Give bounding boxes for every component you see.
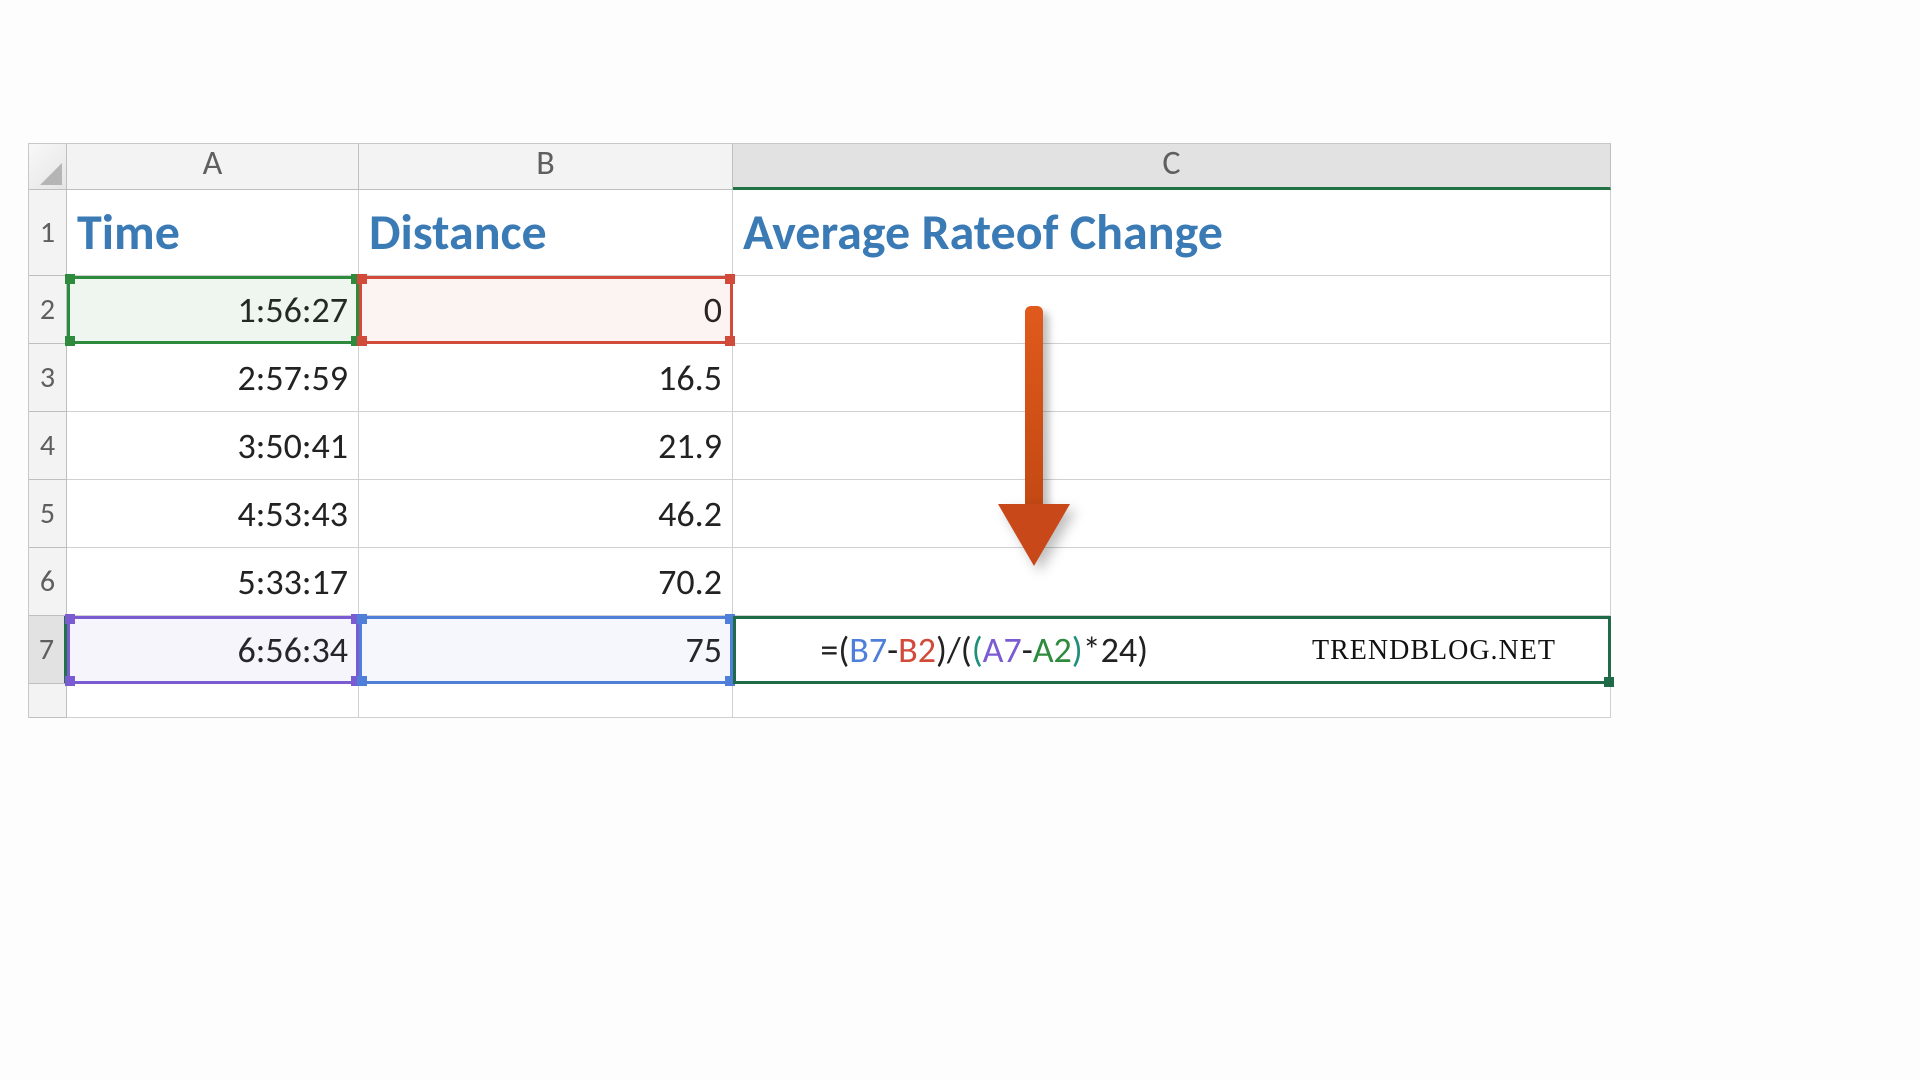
watermark-text: TRENDBLOG.NET	[1312, 635, 1556, 667]
cell-A2[interactable]: 1:56:27	[67, 276, 359, 344]
cell-B7[interactable]: 75	[359, 616, 733, 684]
cell-A4[interactable]: 3:50:41	[67, 412, 359, 480]
row-header-8[interactable]	[29, 684, 67, 718]
column-header-B[interactable]: B	[359, 144, 733, 190]
cell-A6[interactable]: 5:33:17	[67, 548, 359, 616]
column-header-A[interactable]: A	[67, 144, 359, 190]
row-5: 5 4:53:43 46.2	[29, 480, 1611, 548]
row-1: 1 Time Distance Average Rateof Change	[29, 190, 1611, 276]
row-4: 4 3:50:41 21.9	[29, 412, 1611, 480]
row-header-6[interactable]: 6	[29, 548, 67, 616]
cell-B6[interactable]: 70.2	[359, 548, 733, 616]
spreadsheet-grid: A B C 1 Time Distance Average Rateof Cha…	[28, 143, 1611, 718]
cell-C1[interactable]: Average Rateof Change	[733, 190, 1611, 276]
cell-B8[interactable]	[359, 684, 733, 718]
cell-B4[interactable]: 21.9	[359, 412, 733, 480]
cell-C8[interactable]	[733, 684, 1611, 718]
row-header-2[interactable]: 2	[29, 276, 67, 344]
column-header-C[interactable]: C	[733, 144, 1611, 190]
cell-A7[interactable]: 6:56:34	[67, 616, 359, 684]
cell-A1[interactable]: Time	[67, 190, 359, 276]
cell-B2[interactable]: 0	[359, 276, 733, 344]
canvas: A B C 1 Time Distance Average Rateof Cha…	[0, 0, 1920, 1080]
select-all-corner[interactable]	[29, 144, 67, 190]
cell-A8[interactable]	[67, 684, 359, 718]
cell-B1[interactable]: Distance	[359, 190, 733, 276]
row-8	[29, 684, 1611, 718]
column-header-row: A B C	[29, 144, 1611, 190]
cell-A5[interactable]: 4:53:43	[67, 480, 359, 548]
row-3: 3 2:57:59 16.5	[29, 344, 1611, 412]
row-header-4[interactable]: 4	[29, 412, 67, 480]
cell-C4[interactable]	[733, 412, 1611, 480]
cell-C2[interactable]	[733, 276, 1611, 344]
row-header-1[interactable]: 1	[29, 190, 67, 276]
row-header-7[interactable]: 7	[29, 616, 67, 684]
row-header-5[interactable]: 5	[29, 480, 67, 548]
row-2: 2 1:56:27 0	[29, 276, 1611, 344]
cell-B5[interactable]: 46.2	[359, 480, 733, 548]
cell-B3[interactable]: 16.5	[359, 344, 733, 412]
cell-A3[interactable]: 2:57:59	[67, 344, 359, 412]
row-header-3[interactable]: 3	[29, 344, 67, 412]
cell-C3[interactable]	[733, 344, 1611, 412]
cell-C5[interactable]	[733, 480, 1611, 548]
